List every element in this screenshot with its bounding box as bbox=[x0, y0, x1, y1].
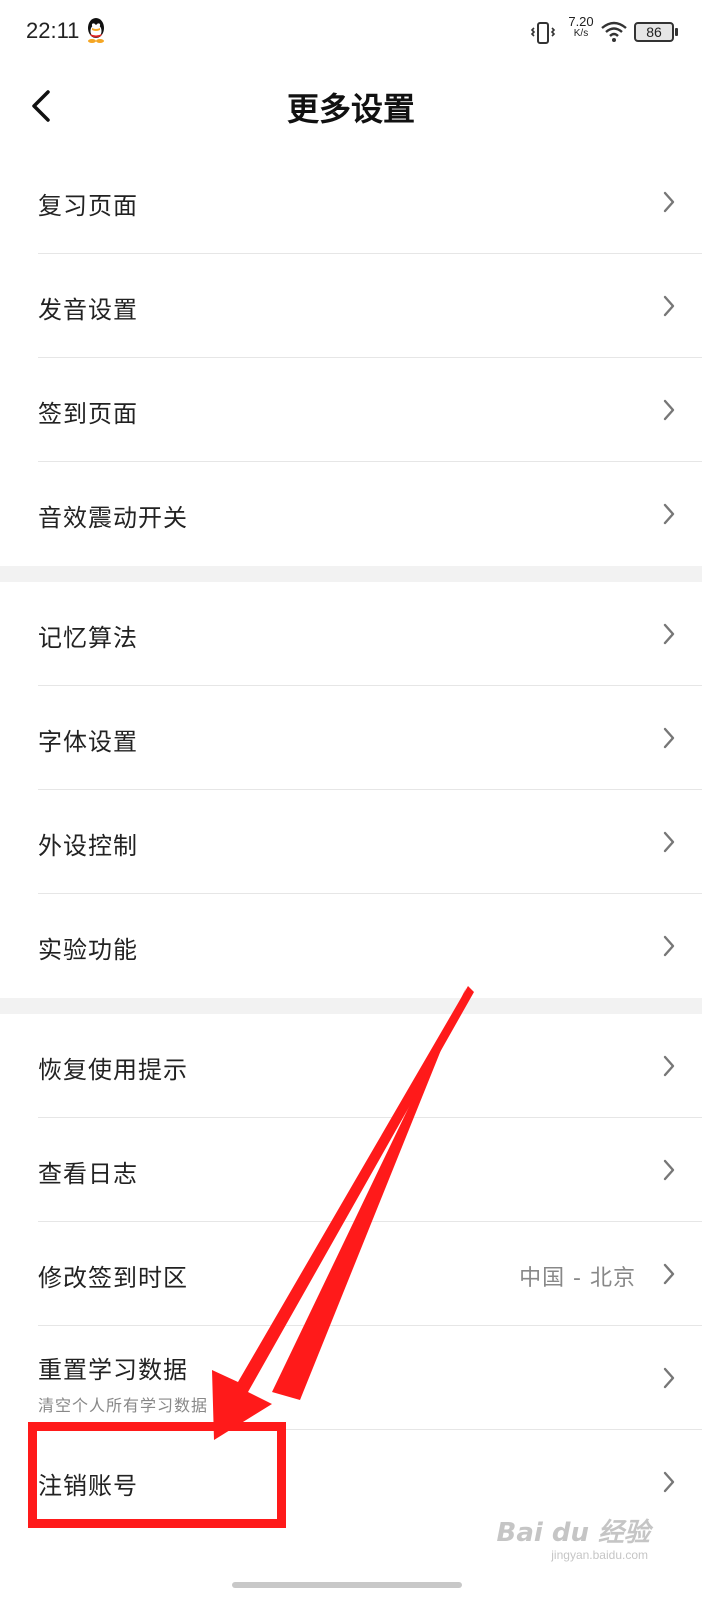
chevron-right-icon bbox=[663, 1367, 675, 1389]
row-label: 查看日志 bbox=[38, 1160, 138, 1188]
chevron-right-icon bbox=[663, 727, 675, 749]
chevron-right-icon bbox=[663, 1159, 675, 1181]
net-speed-value: 7.20 bbox=[568, 14, 594, 29]
settings-row-pronunciation[interactable]: 发音设置 bbox=[0, 254, 702, 358]
row-label: 注销账号 bbox=[38, 1472, 138, 1500]
settings-row-experimental[interactable]: 实验功能 bbox=[0, 894, 702, 998]
settings-row-reset-data[interactable]: 重置学习数据 清空个人所有学习数据 bbox=[0, 1326, 702, 1430]
vibrate-icon bbox=[530, 22, 556, 44]
page-title: 更多设置 bbox=[286, 90, 415, 128]
chevron-right-icon bbox=[663, 503, 675, 525]
chevron-right-icon bbox=[663, 1055, 675, 1077]
status-bar: 22:11 7.20 K/s 86 bbox=[0, 0, 702, 64]
settings-row-review-page[interactable]: 复习页面 bbox=[0, 150, 702, 254]
section-separator bbox=[0, 998, 702, 1014]
row-label: 音效震动开关 bbox=[38, 504, 188, 532]
row-label: 复习页面 bbox=[38, 192, 138, 220]
settings-row-view-log[interactable]: 查看日志 bbox=[0, 1118, 702, 1222]
row-label: 字体设置 bbox=[38, 728, 138, 756]
net-speed: 7.20 K/s bbox=[566, 14, 596, 40]
row-label: 实验功能 bbox=[38, 936, 138, 964]
chevron-right-icon bbox=[663, 191, 675, 213]
qq-icon bbox=[88, 18, 104, 43]
row-label: 重置学习数据 bbox=[38, 1356, 188, 1384]
settings-row-checkin-timezone[interactable]: 修改签到时区 中国 - 北京 bbox=[0, 1222, 702, 1326]
battery-icon: 86 bbox=[634, 22, 678, 42]
watermark-domain: jingyan.baidu.com bbox=[551, 1548, 648, 1562]
chevron-right-icon bbox=[663, 831, 675, 853]
settings-row-checkin-page[interactable]: 签到页面 bbox=[0, 358, 702, 462]
row-sublabel: 清空个人所有学习数据 bbox=[38, 1396, 209, 1415]
settings-row-peripheral[interactable]: 外设控制 bbox=[0, 790, 702, 894]
row-label: 签到页面 bbox=[38, 400, 138, 428]
chevron-right-icon bbox=[663, 1471, 675, 1493]
row-label: 记忆算法 bbox=[38, 624, 138, 652]
row-label: 发音设置 bbox=[38, 296, 138, 324]
settings-row-memory-algorithm[interactable]: 记忆算法 bbox=[0, 582, 702, 686]
settings-section-2: 记忆算法 字体设置 外设控制 实验功能 bbox=[0, 582, 702, 998]
row-label: 外设控制 bbox=[38, 832, 138, 860]
home-indicator[interactable] bbox=[232, 1582, 462, 1588]
watermark-logo: Bai du 经验 bbox=[496, 1518, 651, 1548]
settings-row-font[interactable]: 字体设置 bbox=[0, 686, 702, 790]
chevron-right-icon bbox=[663, 399, 675, 421]
settings-section-1: 复习页面 发音设置 签到页面 音效震动开关 bbox=[0, 150, 702, 566]
wifi-icon bbox=[601, 21, 627, 42]
settings-section-3: 恢复使用提示 查看日志 修改签到时区 中国 - 北京 重置学习数据 清空个人所有… bbox=[0, 1014, 702, 1534]
chevron-right-icon bbox=[663, 935, 675, 957]
timezone-value: 中国 - 北京 bbox=[519, 1266, 636, 1291]
section-separator bbox=[0, 566, 702, 582]
net-speed-unit: K/s bbox=[573, 28, 589, 39]
header: 更多设置 bbox=[0, 64, 702, 150]
status-time: 22:11 bbox=[26, 18, 80, 43]
row-label: 恢复使用提示 bbox=[38, 1056, 188, 1084]
row-label: 修改签到时区 bbox=[38, 1264, 188, 1292]
settings-row-sound-vibration[interactable]: 音效震动开关 bbox=[0, 462, 702, 566]
chevron-right-icon bbox=[663, 623, 675, 645]
chevron-right-icon bbox=[663, 1263, 675, 1285]
settings-row-restore-tips[interactable]: 恢复使用提示 bbox=[0, 1014, 702, 1118]
chevron-right-icon bbox=[663, 295, 675, 317]
